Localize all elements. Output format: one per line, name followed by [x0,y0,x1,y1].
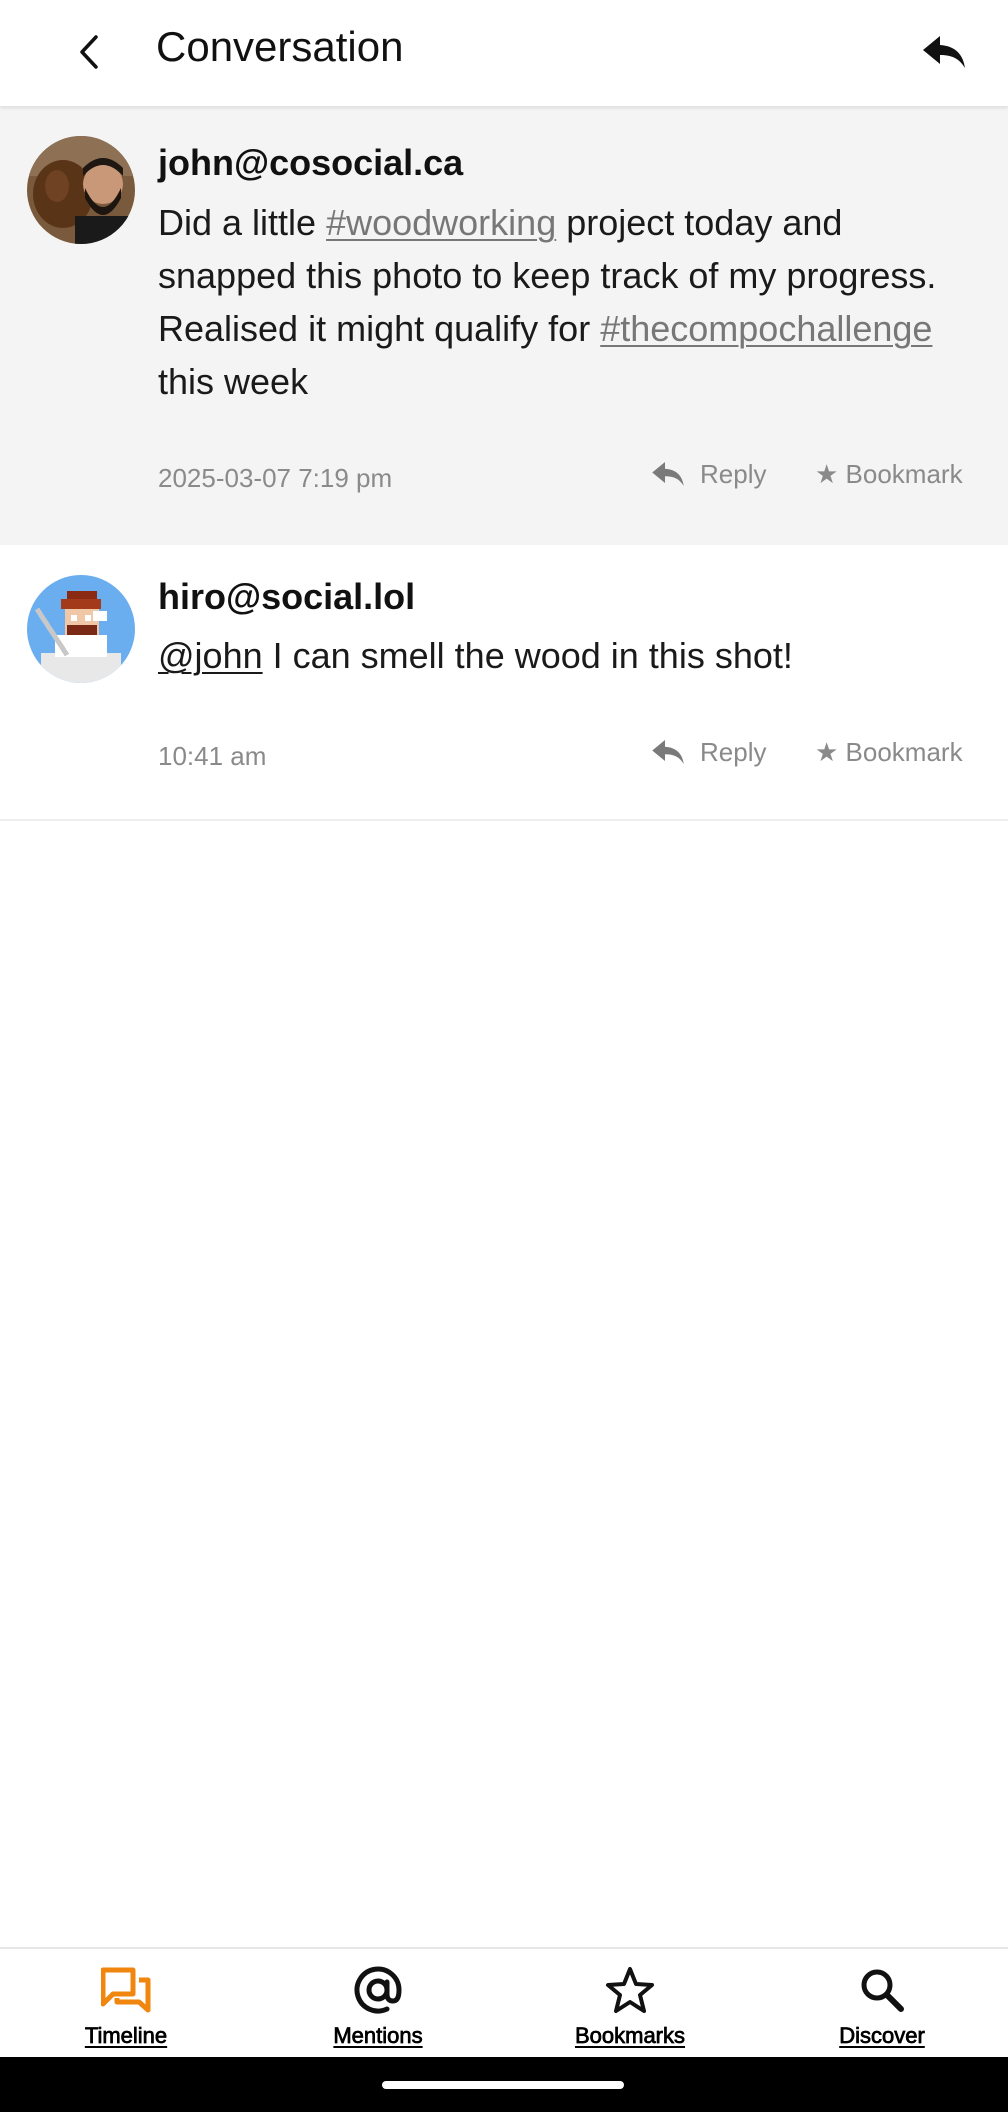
nav-label: Mentions [333,2023,423,2049]
star-outline-icon [606,1967,654,2013]
post-author[interactable]: john@cosocial.ca [158,141,463,185]
divider [0,819,1008,821]
nav-mentions[interactable]: Mentions [252,1959,504,2059]
post-author[interactable]: hiro@social.lol [158,575,415,619]
reply-button[interactable] [912,20,976,84]
back-button[interactable] [58,20,122,84]
nav-label: Bookmarks [574,2023,686,2049]
reply-icon [652,740,684,764]
app-bar: Conversation [0,0,1008,106]
chevron-left-icon [80,35,98,69]
nav-bookmarks[interactable]: Bookmarks [504,1959,756,2059]
nav-label: Discover [839,2023,925,2049]
page-title: Conversation [156,23,404,70]
avatar[interactable] [27,136,135,244]
search-icon [861,1969,904,2012]
avatar-image [27,136,135,244]
nav-label: Timeline [84,2023,168,2049]
mention-link[interactable]: @john [158,635,263,676]
avatar[interactable] [27,575,135,683]
nav-timeline[interactable]: Timeline [0,1959,252,2059]
post-timestamp[interactable]: 2025-03-07 7:19 pm [158,461,392,495]
reply-icon [923,36,965,68]
post-item[interactable]: hiro@social.lol @john I can smell the wo… [0,545,1008,819]
content-text: Did a little [158,202,327,243]
post-item[interactable]: john@cosocial.ca Did a little #woodworki… [0,106,1008,545]
bookmark-label: ★ Bookmark [815,459,963,489]
post-content: @john I can smell the wood in this shot! [158,629,958,682]
home-gesture-handle[interactable] [382,2081,624,2089]
post-timestamp[interactable]: 10:41 am [158,739,266,773]
content-text: I can smell the wood in this shot! [262,635,793,676]
reply-action[interactable]: Reply [650,735,766,769]
nav-discover[interactable]: Discover [756,1959,1008,2059]
reply-label: Reply [700,737,767,767]
bookmark-action[interactable]: ★ Bookmark [815,735,963,769]
hashtag-link[interactable]: #thecompochallenge [600,308,932,349]
reply-icon [652,462,684,486]
post-content: Did a little #woodworking project today … [158,196,958,408]
bookmark-label: ★ Bookmark [815,737,963,767]
reply-action[interactable]: Reply [650,457,766,491]
chat-bubbles-icon [101,1967,151,2013]
reply-label: Reply [700,459,767,489]
bookmark-action[interactable]: ★ Bookmark [815,457,963,491]
system-navigation-bar [0,2057,1008,2112]
bottom-nav: Timeline Mentions Bookmarks Discover [0,1947,1008,2059]
content-text: this week [158,361,309,402]
hashtag-link[interactable]: #woodworking [326,202,556,243]
avatar-image [27,575,135,683]
at-sign-icon [354,1966,402,2014]
